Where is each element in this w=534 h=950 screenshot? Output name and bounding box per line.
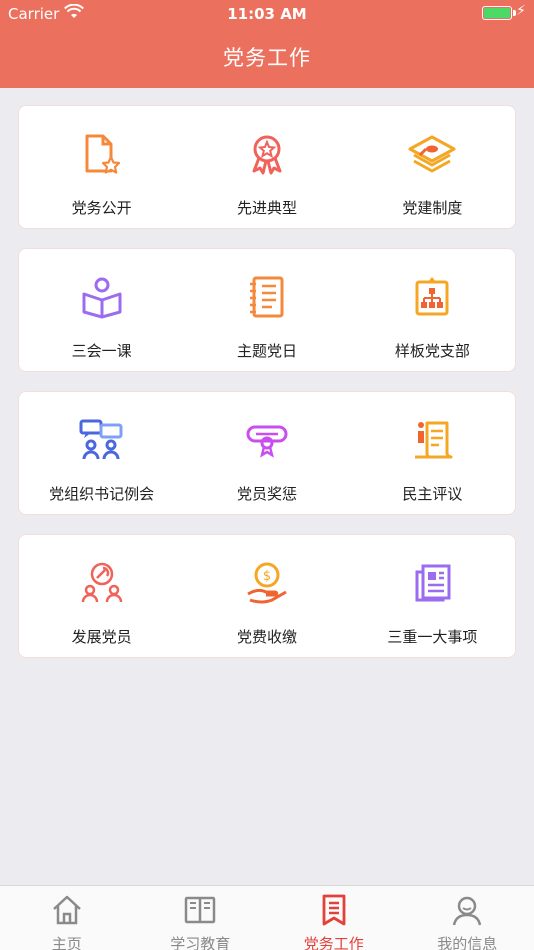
menu-item-label: 主题党日	[236, 342, 297, 360]
tab-label: 主页	[51, 935, 82, 950]
meeting-chat-icon	[76, 414, 128, 466]
menu-item-label: 党组织书记例会	[49, 485, 155, 503]
menu-item-label: 党务公开	[71, 199, 132, 217]
party-members-icon	[76, 557, 128, 609]
menu-item-label: 先进典型	[236, 199, 297, 217]
home-icon	[50, 893, 84, 931]
page-title: 党务工作	[223, 46, 311, 70]
menu-item-party-fees[interactable]: $ 党费收缴	[184, 535, 349, 657]
menu-item-label: 三会一课	[71, 342, 132, 360]
tab-label: 学习教育	[170, 935, 231, 950]
tab-my-info[interactable]: 我的信息	[401, 886, 534, 950]
grid-row: 发展党员 $ 党费收缴 三重一大事项	[18, 534, 516, 658]
battery-icon	[482, 6, 512, 20]
menu-item-party-system[interactable]: 党建制度	[350, 106, 515, 228]
org-board-icon	[406, 271, 458, 323]
tab-study[interactable]: 学习教育	[134, 886, 268, 950]
tab-home[interactable]: 主页	[0, 886, 134, 950]
menu-item-three-meetings[interactable]: 三会一课	[19, 249, 184, 371]
notebook-icon	[241, 271, 293, 323]
charging-icon: ⚡	[516, 3, 526, 19]
award-badge-icon	[241, 128, 293, 180]
grid-row: 党组织书记例会 党员奖惩 民主评议	[18, 391, 516, 515]
tab-label: 我的信息	[437, 935, 498, 950]
menu-item-advanced-models[interactable]: 先进典型	[184, 106, 349, 228]
newspaper-icon	[406, 557, 458, 609]
menu-item-label: 党费收缴	[236, 628, 297, 646]
nav-header: Carrier 11:03 AM ⚡ 党务工作	[0, 0, 534, 88]
menu-item-label: 党员奖惩	[236, 485, 297, 503]
open-book-icon	[183, 893, 217, 931]
menu-item-model-branch[interactable]: 样板党支部	[350, 249, 515, 371]
menu-item-major-matters[interactable]: 三重一大事项	[350, 535, 515, 657]
person-book-icon	[76, 271, 128, 323]
grid-row: 三会一课 主题党日 样板党支部	[18, 248, 516, 372]
menu-item-label: 党建制度	[402, 199, 463, 217]
function-grid: 党务公开 先进典型 党建制度 三会一课 主题党日 样板党支部 党组织书记例会 党…	[18, 105, 516, 677]
tab-label: 党务工作	[303, 935, 364, 950]
user-icon	[450, 893, 484, 931]
menu-item-label: 三重一大事项	[387, 628, 478, 646]
scroll-person-icon	[406, 414, 458, 466]
coin-hand-icon: $	[241, 557, 293, 609]
status-bar: Carrier 11:03 AM ⚡	[0, 0, 534, 28]
menu-item-label: 民主评议	[402, 485, 463, 503]
bookmark-list-icon	[317, 893, 351, 931]
menu-item-democratic-review[interactable]: 民主评议	[350, 392, 515, 514]
menu-item-secretary-meeting[interactable]: 党组织书记例会	[19, 392, 184, 514]
diploma-scroll-icon	[241, 414, 293, 466]
menu-item-rewards-punishments[interactable]: 党员奖惩	[184, 392, 349, 514]
menu-item-label: 发展党员	[71, 628, 132, 646]
tab-bar: 主页 学习教育 党务工作 我的信息	[0, 885, 534, 950]
svg-text:$: $	[263, 569, 271, 584]
status-time: 11:03 AM	[227, 5, 307, 23]
menu-item-develop-members[interactable]: 发展党员	[19, 535, 184, 657]
menu-item-theme-party-day[interactable]: 主题党日	[184, 249, 349, 371]
document-star-icon	[76, 128, 128, 180]
menu-item-label: 样板党支部	[394, 342, 470, 360]
tab-party-work[interactable]: 党务工作	[267, 886, 401, 950]
layers-stack-icon	[406, 128, 458, 180]
grid-row: 党务公开 先进典型 党建制度	[18, 105, 516, 229]
menu-item-party-affairs-public[interactable]: 党务公开	[19, 106, 184, 228]
